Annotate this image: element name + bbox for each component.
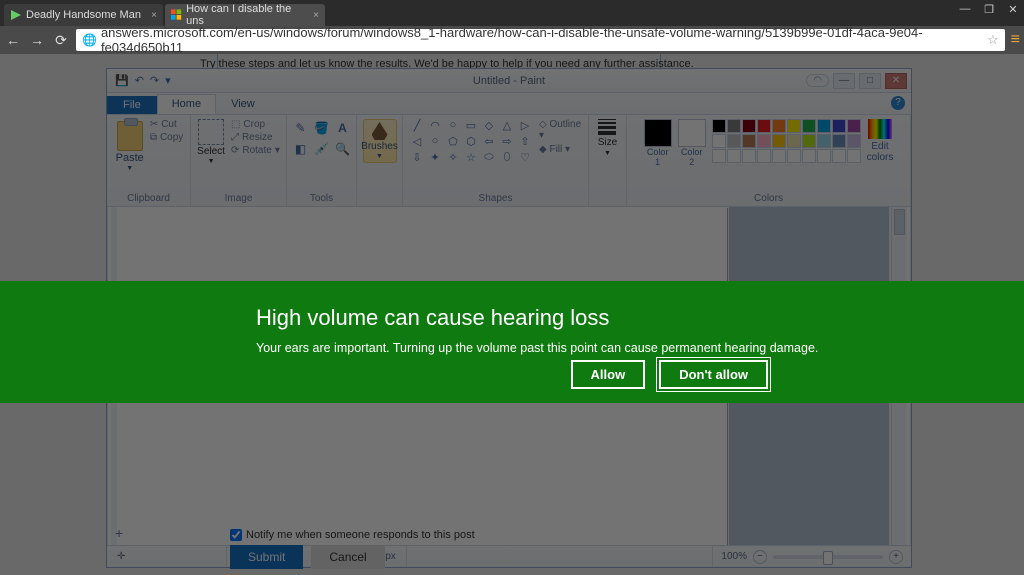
maximize-button[interactable]: ❐	[982, 3, 996, 16]
volume-warning-banner: High volume can cause hearing loss Your …	[0, 281, 1024, 403]
window-controls: — ❐ ✕	[958, 3, 1020, 16]
browser-tab-1[interactable]: Deadly Handsome Man ×	[4, 4, 163, 26]
page-content: Try these steps and let us know the resu…	[0, 54, 1024, 575]
globe-icon: 🌐	[82, 33, 97, 47]
bookmark-icon[interactable]: ☆	[987, 32, 999, 48]
tab-title: Deadly Handsome Man	[26, 9, 141, 21]
dont-allow-button[interactable]: Don't allow	[659, 360, 768, 389]
close-button[interactable]: ✕	[1006, 3, 1020, 16]
browser-toolbar: ← → ⟳ 🌐 answers.microsoft.com/en-us/wind…	[0, 26, 1024, 54]
banner-title: High volume can cause hearing loss	[256, 305, 1024, 331]
allow-button[interactable]: Allow	[571, 360, 646, 389]
forward-button[interactable]: →	[28, 32, 46, 48]
minimize-button[interactable]: —	[958, 3, 972, 16]
browser-tab-strip: Deadly Handsome Man × How can I disable …	[0, 0, 1024, 26]
reload-button[interactable]: ⟳	[52, 32, 70, 49]
close-icon[interactable]: ×	[313, 10, 319, 21]
address-bar[interactable]: 🌐 answers.microsoft.com/en-us/windows/fo…	[76, 29, 1005, 51]
banner-body: Your ears are important. Turning up the …	[256, 341, 1024, 355]
play-store-icon	[10, 9, 22, 21]
microsoft-icon	[171, 9, 182, 21]
back-button[interactable]: ←	[4, 32, 22, 48]
tab-title: How can I disable the uns	[186, 3, 303, 27]
browser-tab-2[interactable]: How can I disable the uns ×	[165, 4, 325, 26]
url-text: answers.microsoft.com/en-us/windows/foru…	[101, 25, 999, 55]
close-icon[interactable]: ×	[151, 10, 157, 21]
chrome-menu-button[interactable]: ≡	[1011, 31, 1020, 49]
